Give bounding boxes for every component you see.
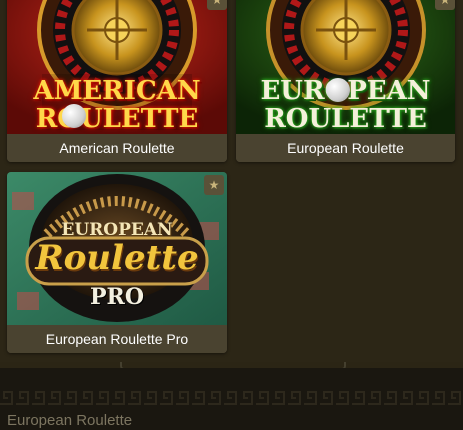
- game-title: European Roulette Pro: [7, 325, 227, 353]
- game-card-american-roulette[interactable]: AMERICAN ROULETTE ★ American Roulette: [7, 0, 227, 162]
- game-card-european-roulette-pro[interactable]: EUROPEAN Roulette PRO ★ European Roulett…: [7, 172, 227, 353]
- game-thumbnail[interactable]: EUROPEAN ROULETTE: [236, 0, 455, 134]
- roulette-ball: [62, 104, 86, 128]
- game-logo-line3: PRO: [90, 284, 144, 310]
- roulette-ball: [326, 78, 350, 102]
- game-thumbnail[interactable]: EUROPEAN Roulette PRO: [7, 172, 227, 325]
- favorite-star-icon[interactable]: ★: [204, 175, 224, 195]
- game-title: American Roulette: [7, 134, 227, 162]
- game-logo-line1: EUROPEAN: [61, 220, 173, 240]
- footer-pattern: [0, 386, 463, 408]
- favorite-star-icon[interactable]: ★: [435, 0, 455, 10]
- game-logo-line2: Roulette: [35, 238, 199, 278]
- favorite-star-icon[interactable]: ★: [207, 0, 227, 10]
- game-logo-line2: ROULETTE: [264, 104, 427, 134]
- game-thumbnail[interactable]: AMERICAN ROULETTE: [7, 0, 227, 134]
- footer-title: European Roulette: [7, 412, 133, 429]
- game-grid: AMERICAN ROULETTE ★ American Roulette RO…: [0, 0, 463, 362]
- game-title: European Roulette: [236, 134, 455, 162]
- game-logo-line1: AMERICAN: [33, 76, 201, 106]
- game-logo-line2: ROULETTE: [35, 104, 199, 134]
- game-card-european-roulette[interactable]: EUROPEAN ROULETTE ★ European Roulette: [236, 0, 455, 162]
